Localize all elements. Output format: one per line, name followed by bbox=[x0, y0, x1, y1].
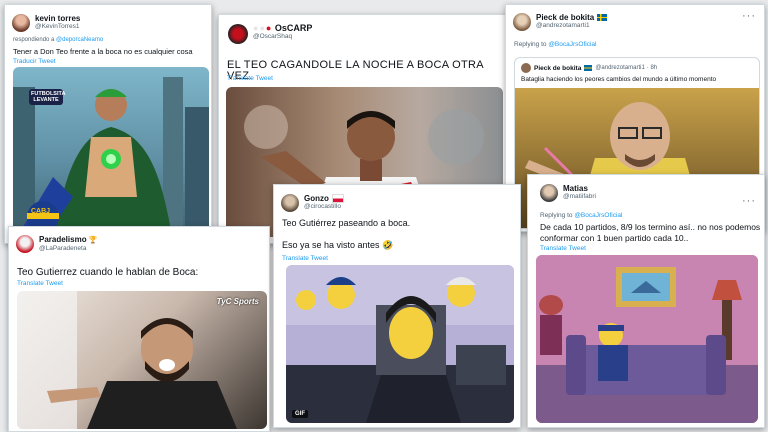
tweet-image-cartoon-couch[interactable] bbox=[536, 255, 758, 423]
tweet-card-paradelismo[interactable]: Paradelismo 🏆 @LaParadeneta Teo Gutierrez… bbox=[8, 226, 270, 432]
cartoon-scene bbox=[286, 265, 514, 423]
translate-link[interactable]: Translate Tweet bbox=[227, 75, 273, 82]
trophy-icon: 🏆 bbox=[88, 237, 98, 244]
reply-prefix: Replying to bbox=[540, 212, 575, 219]
translate-link[interactable]: Traducir Tweet bbox=[13, 58, 56, 65]
reply-context: Replying to @BocaJrsOficial bbox=[540, 212, 622, 219]
user-handle[interactable]: @LaParadeneta bbox=[39, 245, 97, 253]
avatar[interactable] bbox=[281, 194, 299, 212]
translate-link[interactable]: Translate Tweet bbox=[540, 245, 586, 252]
user-handle[interactable]: @andrezotamarti1 bbox=[536, 22, 607, 30]
reply-mention-link[interactable]: @BocaJrsOficial bbox=[548, 41, 596, 48]
avatar[interactable] bbox=[12, 14, 30, 32]
tweet-card-gonzo[interactable]: Gonzo @cirocastillo Teo Gutiérrez pasean… bbox=[273, 184, 521, 428]
emoji-dots: ●●● bbox=[253, 23, 273, 33]
sweden-flag-icon bbox=[584, 65, 593, 71]
badge-text: FUTBOLSITA LEVANTE bbox=[29, 89, 66, 105]
display-name[interactable]: Pieck de bokita bbox=[536, 13, 594, 22]
reply-prefix: Replying to bbox=[514, 41, 549, 48]
poland-flag-icon bbox=[331, 194, 344, 204]
avatar[interactable] bbox=[228, 24, 248, 44]
tweet-gif-cartoon[interactable]: GIF bbox=[286, 265, 514, 423]
quoted-text: Bataglia haciendo los peores cambios del… bbox=[521, 76, 717, 83]
tweet-card-kevin[interactable]: kevin torres @KevinTorres1 respondiendo … bbox=[4, 4, 212, 244]
tweet-text: Teo Gutierrez cuando le hablan de Boca: bbox=[17, 267, 199, 278]
tyc-sports-logo: TyC Sports bbox=[216, 297, 259, 306]
avatar[interactable] bbox=[16, 235, 34, 253]
quoted-display-name[interactable]: Pieck de bokita bbox=[534, 64, 581, 73]
couch-scene bbox=[536, 255, 758, 423]
user-handle[interactable]: @KevinTorres1 bbox=[35, 23, 80, 31]
quoted-header: Pieck de bokita @andrezotamarti1 · 8h bbox=[521, 63, 657, 73]
tweet-card-matias[interactable]: Matias @matiifabri ··· Replying to @Boca… bbox=[527, 174, 765, 428]
tweet-image-tv[interactable]: TyC Sports bbox=[17, 291, 267, 429]
tweet-text: Tener a Don Teo frente a la boca no es c… bbox=[13, 47, 193, 56]
reply-mention-link[interactable]: @deporcaNeamo bbox=[56, 37, 103, 43]
translate-link[interactable]: Translate Tweet bbox=[17, 280, 63, 287]
user-handle[interactable]: @OscarShaq bbox=[253, 33, 312, 41]
user-handle[interactable]: @cirocastillo bbox=[304, 203, 344, 211]
more-options-icon[interactable]: ··· bbox=[742, 195, 756, 207]
display-name[interactable]: Matias bbox=[563, 184, 596, 193]
tweet-text: De cada 10 partidos, 8/9 los termino así… bbox=[540, 222, 761, 243]
display-name[interactable]: OsCARP bbox=[275, 23, 313, 33]
reply-context: Replying to @BocaJrsOficial bbox=[514, 41, 596, 48]
sweden-flag-icon bbox=[597, 14, 608, 22]
tweet-text-line2: Eso ya se ha visto antes 🤣 bbox=[282, 240, 394, 250]
reply-mention-link[interactable]: @BocaJrsOficial bbox=[574, 212, 622, 219]
user-handle[interactable]: @matiifabri bbox=[563, 193, 596, 201]
reply-prefix: respondiendo a bbox=[13, 37, 57, 43]
quoted-handle[interactable]: @andrezotamarti1 bbox=[595, 64, 644, 72]
emblem-text: CABJ bbox=[31, 208, 51, 215]
quoted-time[interactable]: · 8h bbox=[647, 64, 657, 72]
reply-context: respondiendo a @deporcaNeamo bbox=[13, 37, 103, 43]
tweet-text-line1: Teo Gutiérrez paseando a boca. bbox=[282, 218, 411, 228]
avatar[interactable] bbox=[513, 13, 531, 31]
gif-label: GIF bbox=[292, 410, 308, 418]
display-name[interactable]: Gonzo bbox=[304, 194, 329, 203]
tv-broadcast-photo bbox=[17, 291, 237, 429]
display-name[interactable]: Paradelismo bbox=[39, 235, 87, 244]
translate-link[interactable]: Translate Tweet bbox=[282, 255, 328, 262]
tweet-image-cartoon[interactable]: FUTBOLSITA LEVANTE CABJ bbox=[13, 67, 209, 241]
display-name[interactable]: kevin torres bbox=[35, 14, 80, 23]
quoted-avatar[interactable] bbox=[521, 63, 531, 73]
avatar[interactable] bbox=[540, 184, 558, 202]
more-options-icon[interactable]: ··· bbox=[742, 10, 756, 22]
